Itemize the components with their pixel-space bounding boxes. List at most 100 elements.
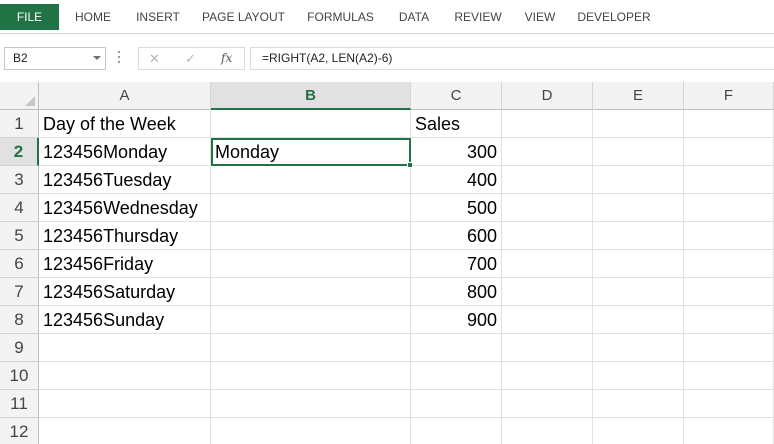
cell-c10[interactable] [411, 362, 502, 390]
tab-formulas[interactable]: FORMULAS [300, 4, 381, 30]
row-header-8[interactable]: 8 [0, 306, 39, 334]
cell-b11[interactable] [211, 390, 411, 418]
cell-c9[interactable] [411, 334, 502, 362]
cell-d5[interactable] [502, 222, 593, 250]
cell-f8[interactable] [684, 306, 774, 334]
cell-b5[interactable] [211, 222, 411, 250]
cell-c12[interactable] [411, 418, 502, 444]
row-header-11[interactable]: 11 [0, 390, 39, 418]
cell-d10[interactable] [502, 362, 593, 390]
column-header-a[interactable]: A [39, 82, 211, 110]
cell-a4[interactable]: 123456Wednesday [39, 194, 211, 222]
cell-e9[interactable] [593, 334, 684, 362]
cell-f5[interactable] [684, 222, 774, 250]
select-all-button[interactable] [0, 82, 39, 110]
cell-b12[interactable] [211, 418, 411, 444]
cell-e12[interactable] [593, 418, 684, 444]
cell-d9[interactable] [502, 334, 593, 362]
column-header-e[interactable]: E [593, 82, 684, 110]
cell-b1[interactable] [211, 110, 411, 138]
row-header-10[interactable]: 10 [0, 362, 39, 390]
cell-e10[interactable] [593, 362, 684, 390]
tab-developer[interactable]: DEVELOPER [572, 4, 656, 30]
cell-b9[interactable] [211, 334, 411, 362]
cell-a8[interactable]: 123456Sunday [39, 306, 211, 334]
tab-data[interactable]: DATA [390, 4, 438, 30]
cell-f12[interactable] [684, 418, 774, 444]
cell-f2[interactable] [684, 138, 774, 166]
cancel-icon[interactable]: ✕ [149, 48, 160, 69]
row-header-7[interactable]: 7 [0, 278, 39, 306]
cell-e5[interactable] [593, 222, 684, 250]
enter-icon[interactable]: ✓ [185, 48, 196, 69]
cell-f3[interactable] [684, 166, 774, 194]
cell-d1[interactable] [502, 110, 593, 138]
cell-d2[interactable] [502, 138, 593, 166]
cell-e2[interactable] [593, 138, 684, 166]
cell-f1[interactable] [684, 110, 774, 138]
row-header-12[interactable]: 12 [0, 418, 39, 444]
cell-b2[interactable]: Monday [211, 138, 411, 166]
cell-d11[interactable] [502, 390, 593, 418]
cell-f10[interactable] [684, 362, 774, 390]
formula-input[interactable]: =RIGHT(A2, LEN(A2)-6) [250, 47, 774, 70]
cell-b10[interactable] [211, 362, 411, 390]
cell-d12[interactable] [502, 418, 593, 444]
cell-e1[interactable] [593, 110, 684, 138]
cell-c7[interactable]: 800 [411, 278, 502, 306]
column-header-c[interactable]: C [411, 82, 502, 110]
cell-e7[interactable] [593, 278, 684, 306]
cell-b8[interactable] [211, 306, 411, 334]
cell-b6[interactable] [211, 250, 411, 278]
cell-c11[interactable] [411, 390, 502, 418]
row-header-5[interactable]: 5 [0, 222, 39, 250]
cell-c5[interactable]: 600 [411, 222, 502, 250]
cell-b7[interactable] [211, 278, 411, 306]
cell-a3[interactable]: 123456Tuesday [39, 166, 211, 194]
cell-f7[interactable] [684, 278, 774, 306]
row-header-1[interactable]: 1 [0, 110, 39, 138]
tab-insert[interactable]: INSERT [128, 4, 188, 30]
tab-view[interactable]: VIEW [517, 4, 563, 30]
row-header-3[interactable]: 3 [0, 166, 39, 194]
cell-c6[interactable]: 700 [411, 250, 502, 278]
cell-d4[interactable] [502, 194, 593, 222]
cell-a11[interactable] [39, 390, 211, 418]
cell-f4[interactable] [684, 194, 774, 222]
cell-c4[interactable]: 500 [411, 194, 502, 222]
name-box[interactable]: B2 [4, 47, 106, 70]
row-header-2[interactable]: 2 [0, 138, 39, 166]
cell-a1[interactable]: Day of the Week [39, 110, 211, 138]
insert-function-icon[interactable]: fx [221, 48, 232, 69]
cell-f6[interactable] [684, 250, 774, 278]
tab-file[interactable]: FILE [0, 4, 59, 30]
cell-a2[interactable]: 123456Monday [39, 138, 211, 166]
cell-a6[interactable]: 123456Friday [39, 250, 211, 278]
cell-a10[interactable] [39, 362, 211, 390]
fill-handle[interactable] [407, 162, 413, 168]
tab-review[interactable]: REVIEW [448, 4, 508, 30]
column-header-f[interactable]: F [684, 82, 774, 110]
cell-a9[interactable] [39, 334, 211, 362]
cell-e8[interactable] [593, 306, 684, 334]
cell-a12[interactable] [39, 418, 211, 444]
cell-a5[interactable]: 123456Thursday [39, 222, 211, 250]
cell-b3[interactable] [211, 166, 411, 194]
cell-d8[interactable] [502, 306, 593, 334]
cell-c3[interactable]: 400 [411, 166, 502, 194]
cell-d6[interactable] [502, 250, 593, 278]
chevron-down-icon[interactable] [93, 56, 101, 60]
cell-e11[interactable] [593, 390, 684, 418]
row-header-4[interactable]: 4 [0, 194, 39, 222]
tab-home[interactable]: HOME [64, 4, 122, 30]
row-header-9[interactable]: 9 [0, 334, 39, 362]
cell-e3[interactable] [593, 166, 684, 194]
cell-c8[interactable]: 900 [411, 306, 502, 334]
cell-c2[interactable]: 300 [411, 138, 502, 166]
cell-e4[interactable] [593, 194, 684, 222]
cell-f11[interactable] [684, 390, 774, 418]
cell-d7[interactable] [502, 278, 593, 306]
cell-d3[interactable] [502, 166, 593, 194]
column-header-b[interactable]: B [211, 82, 411, 110]
cell-a7[interactable]: 123456Saturday [39, 278, 211, 306]
